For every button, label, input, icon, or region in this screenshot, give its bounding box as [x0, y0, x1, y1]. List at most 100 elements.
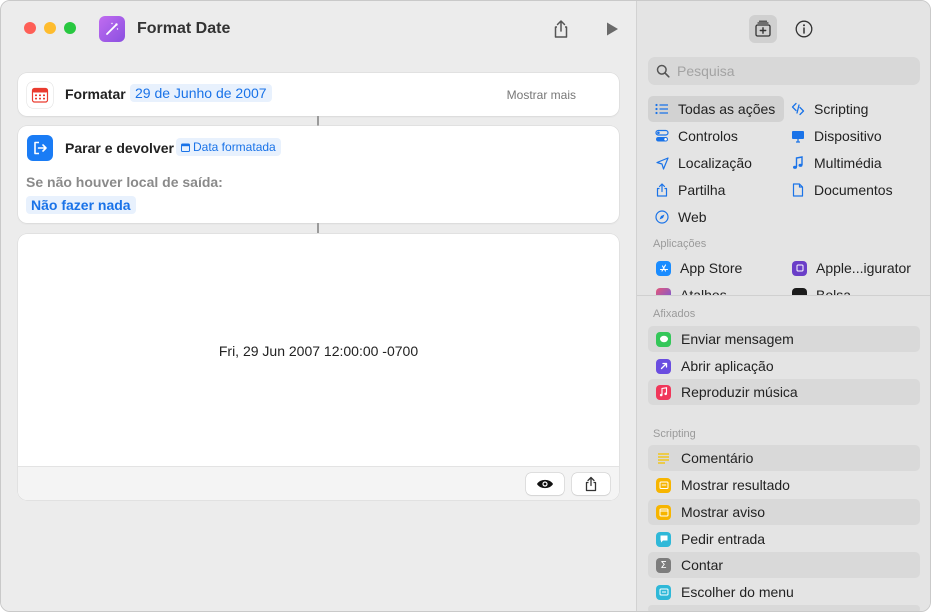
row-label: Comentário — [681, 450, 754, 466]
search-input[interactable]: Pesquisa — [648, 57, 920, 85]
scripting-comment[interactable]: Comentário — [648, 445, 920, 471]
date-token[interactable]: 29 de Junho de 2007 — [130, 84, 272, 102]
fallback-label: Se não houver local de saída: — [26, 174, 223, 190]
library-add-icon — [755, 20, 771, 37]
scripting-show-result[interactable]: Mostrar resultado — [648, 472, 920, 498]
category-sharing[interactable]: Partilha — [653, 177, 789, 203]
app-label: Bolsa — [816, 287, 852, 295]
category-media[interactable]: Multimédia — [789, 150, 925, 176]
app-app-store[interactable]: App Store — [656, 255, 792, 281]
pinned-play-music[interactable]: Reproduzir música — [648, 379, 920, 405]
list-icon — [653, 100, 671, 118]
alert-icon — [656, 504, 671, 520]
zoom-window-button[interactable] — [64, 22, 76, 34]
category-location[interactable]: Localização — [653, 150, 789, 176]
scripting-count[interactable]: Σ Contar — [648, 552, 920, 578]
action-format-date[interactable]: Formatar 29 de Junho de 2007 Mostrar mai… — [18, 73, 619, 116]
row-label: Reproduzir música — [681, 384, 798, 400]
category-documents[interactable]: Documentos — [789, 177, 925, 203]
action-label-format: Formatar — [65, 86, 126, 102]
action-stop-and-output[interactable]: Parar e devolver Data formatada Se não h… — [18, 126, 619, 223]
row-label: Contar — [681, 557, 724, 573]
category-label: Controlos — [678, 128, 738, 144]
run-button[interactable] — [598, 15, 626, 43]
category-device[interactable]: Dispositivo — [789, 123, 925, 149]
calendar-small-icon — [181, 143, 190, 152]
apps-list: App Store Apple...igurator Atalhos Bolsa — [637, 255, 930, 295]
action-connector — [317, 223, 319, 233]
info-icon — [795, 20, 813, 38]
share-icon — [585, 476, 597, 492]
category-label: Scripting — [814, 101, 869, 117]
category-label: Documentos — [814, 182, 893, 198]
close-window-button[interactable] — [24, 22, 36, 34]
category-scripting[interactable]: Scripting — [789, 96, 925, 122]
share-result-button[interactable] — [572, 473, 610, 495]
section-header-scripting: Scripting — [653, 428, 696, 440]
action-label-stop: Parar e devolver — [65, 140, 174, 156]
result-toolbar — [18, 466, 619, 500]
share-icon — [554, 20, 568, 38]
share-button[interactable] — [547, 15, 575, 43]
editor-pane: Format Date Formatar 29 de Junho de 2007… — [1, 1, 636, 611]
calendar-icon — [27, 82, 53, 108]
location-arrow-icon — [653, 154, 671, 172]
category-label: Web — [678, 209, 707, 225]
minimize-window-button[interactable] — [44, 22, 56, 34]
play-icon — [607, 22, 618, 36]
eye-icon — [537, 479, 553, 489]
pinned-open-app[interactable]: Abrir aplicação — [648, 353, 920, 379]
formatted-date-token[interactable]: Data formatada — [176, 138, 281, 156]
result-panel: Fri, 29 Jun 2007 12:00:00 -0700 — [18, 234, 619, 500]
scripting-icon — [789, 100, 807, 118]
category-label: Partilha — [678, 182, 726, 198]
category-controls[interactable]: Controlos — [653, 123, 789, 149]
row-label: Abrir aplicação — [681, 358, 774, 374]
row-label: Pedir entrada — [681, 531, 766, 547]
app-stocks[interactable]: Bolsa — [792, 282, 930, 295]
window-title: Format Date — [137, 20, 231, 37]
category-all-actions[interactable]: Todas as ações — [648, 96, 784, 122]
scripting-ask-input[interactable]: Pedir entrada — [648, 526, 920, 552]
music-note-icon — [789, 154, 807, 172]
scripting-choose-from-menu[interactable]: Escolher do menu — [648, 579, 920, 605]
shortcuts-icon — [656, 287, 671, 295]
open-app-icon — [656, 358, 671, 374]
row-label: Mostrar resultado — [681, 477, 790, 493]
category-web[interactable]: Web — [653, 204, 789, 230]
exit-icon — [27, 135, 53, 161]
action-library-button[interactable] — [749, 15, 777, 43]
category-label: Todas as ações — [678, 101, 776, 117]
sigma-icon: Σ — [656, 557, 671, 573]
formatted-date-token-label: Data formatada — [193, 140, 276, 154]
actions-library: Pesquisa Todas as ações Scripting Contro… — [636, 1, 930, 611]
show-more-button[interactable]: Mostrar mais — [507, 88, 576, 102]
menu-icon — [656, 584, 671, 600]
scripting-show-alert[interactable]: Mostrar aviso — [648, 499, 920, 525]
quick-look-button[interactable] — [526, 473, 564, 495]
fallback-option[interactable]: Não fazer nada — [26, 196, 136, 214]
app-apple-configurator[interactable]: Apple...igurator — [792, 255, 930, 281]
display-icon — [789, 127, 807, 145]
search-icon — [656, 64, 670, 78]
section-divider — [637, 295, 930, 296]
app-label: Apple...igurator — [816, 260, 911, 276]
scripting-next-row[interactable] — [648, 605, 920, 611]
app-label: App Store — [680, 260, 743, 276]
show-result-icon — [656, 477, 671, 493]
result-text: Fri, 29 Jun 2007 12:00:00 -0700 — [218, 343, 419, 359]
pinned-send-message[interactable]: Enviar mensagem — [648, 326, 920, 352]
row-label: Enviar mensagem — [681, 331, 794, 347]
app-shortcuts[interactable]: Atalhos — [656, 282, 792, 295]
search-placeholder: Pesquisa — [677, 63, 735, 79]
music-icon — [656, 384, 671, 400]
toggle-icon — [653, 127, 671, 145]
section-header-pinned: Afixados — [653, 308, 696, 320]
share-icon — [653, 181, 671, 199]
ask-input-icon — [656, 531, 671, 547]
stocks-icon — [792, 287, 807, 295]
shortcut-icon[interactable] — [99, 16, 125, 42]
category-label: Localização — [678, 155, 752, 171]
details-button[interactable] — [790, 15, 818, 43]
app-label: Atalhos — [680, 287, 727, 295]
